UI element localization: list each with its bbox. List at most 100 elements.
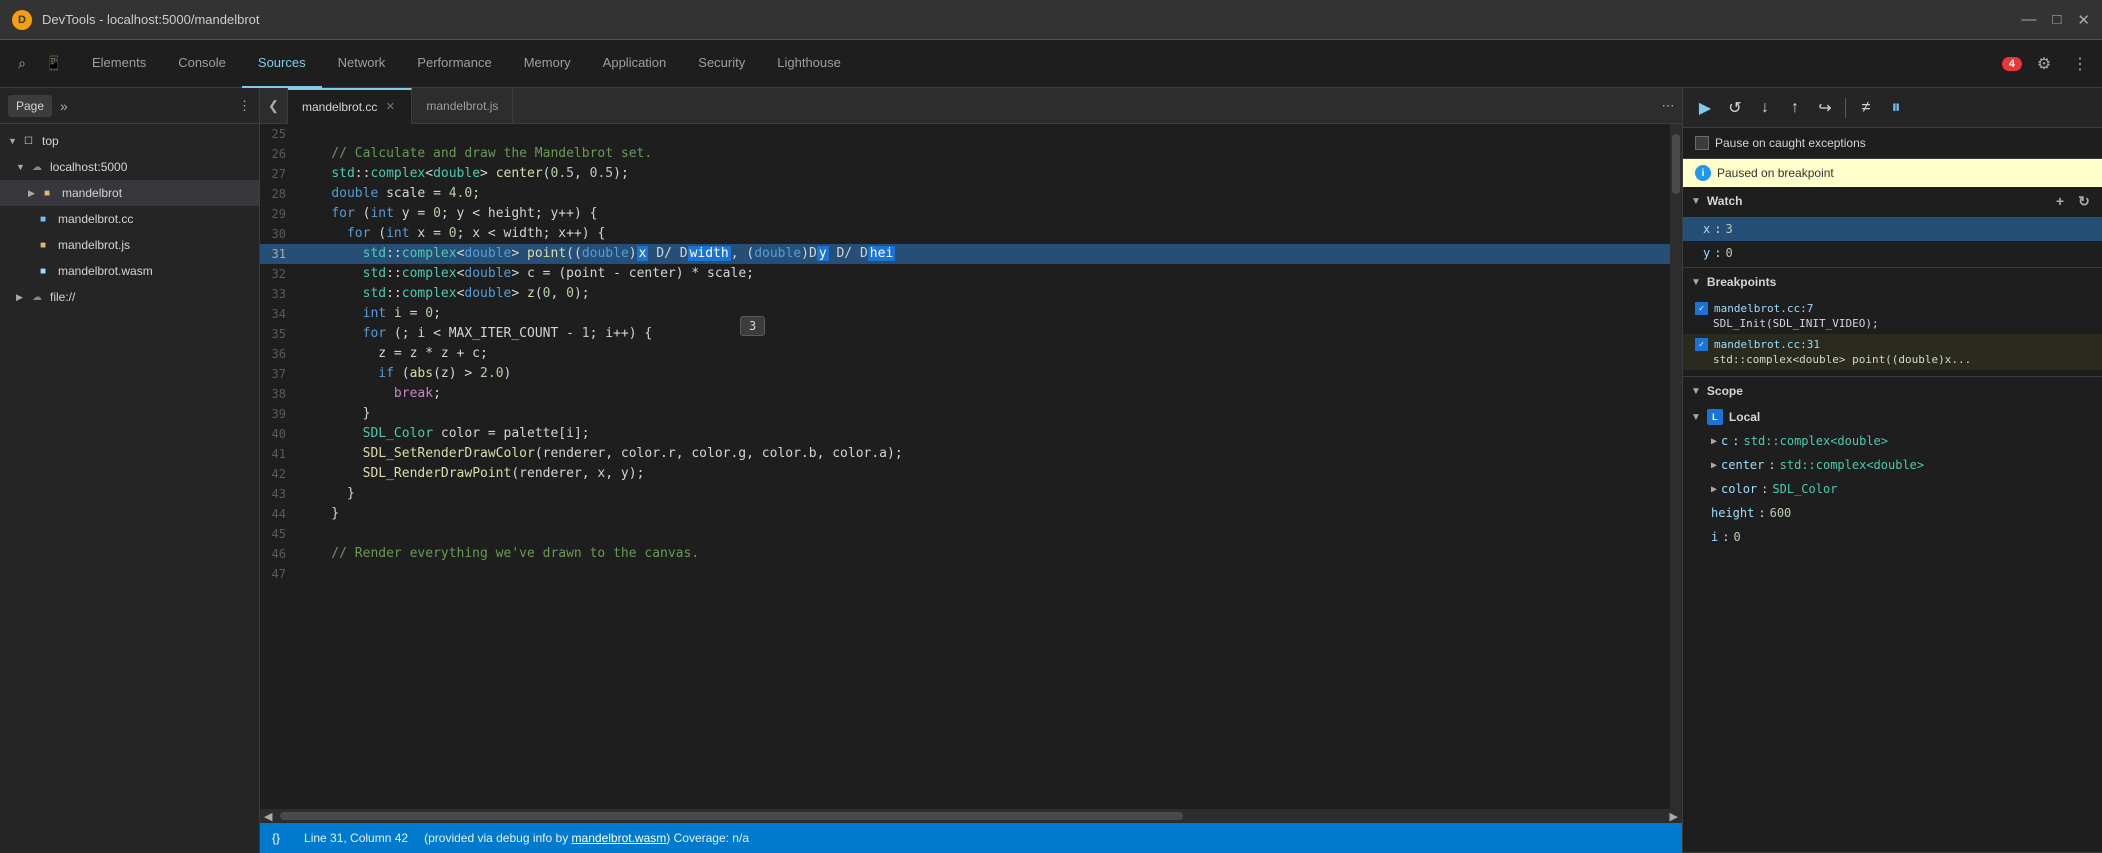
close-button[interactable]: ✕ (2077, 11, 2090, 29)
scope-var-type: std::complex<double> (1780, 458, 1925, 472)
table-row: 27 std::complex<double> center(0.5, 0.5)… (260, 164, 1670, 184)
chevron-right-icon: ▶ (1711, 484, 1717, 495)
pause-indicator-icon[interactable]: ⏸ (1882, 94, 1910, 122)
inspect-icon[interactable]: ⌕ (8, 50, 36, 78)
window-title: DevTools - localhost:5000/mandelbrot (42, 12, 260, 27)
scrollbar-thumb (1672, 134, 1680, 194)
scope-section-label: Scope (1707, 384, 1743, 398)
step-into-button[interactable]: ↓ (1751, 94, 1779, 122)
tree-item-localhost[interactable]: ▼ ☁ localhost:5000 (0, 154, 259, 180)
table-row: 42 SDL_RenderDrawPoint(renderer, x, y); (260, 464, 1670, 484)
step-over-button[interactable]: ↺ (1721, 94, 1749, 122)
maximize-button[interactable]: □ (2052, 11, 2061, 29)
chevron-down-icon: ▼ (1691, 412, 1701, 423)
bp-filename-2: mandelbrot.cc:31 (1714, 338, 1820, 351)
refresh-watch-icon[interactable]: ↻ (2074, 193, 2094, 210)
editor-tab-right: ⋯ (1654, 88, 1682, 124)
step-button[interactable]: ↪ (1811, 94, 1839, 122)
tree-label-mandelbrot-wasm: mandelbrot.wasm (58, 264, 153, 278)
tab-console[interactable]: Console (162, 40, 242, 88)
tab-security[interactable]: Security (682, 40, 761, 88)
resume-button[interactable]: ▶ (1691, 94, 1719, 122)
scope-item-i[interactable]: i : 0 (1683, 525, 2102, 549)
scope-local-group[interactable]: ▼ L Local (1683, 405, 2102, 429)
sidebar-more-icon[interactable]: » (60, 98, 68, 114)
bp-checkbox-1[interactable]: ✓ (1695, 302, 1708, 315)
scope-local-label: Local (1729, 410, 1760, 424)
paused-label: Paused on breakpoint (1717, 166, 1834, 180)
tab-sources[interactable]: Sources (242, 40, 322, 88)
minimize-button[interactable]: — (2021, 11, 2036, 29)
tree-item-top[interactable]: ▼ ☐ top (0, 128, 259, 154)
scope-item-center[interactable]: ▶ center : std::complex<double> (1683, 453, 2102, 477)
table-row: 38 break; (260, 384, 1670, 404)
breakpoints-section-header[interactable]: ▼ Breakpoints (1683, 268, 2102, 296)
tab-performance[interactable]: Performance (401, 40, 507, 88)
info-icon: i (1695, 165, 1711, 181)
code-scroll-area[interactable]: 25 26 // Calculate and draw the Mandelbr… (260, 124, 1682, 809)
watch-item-x[interactable]: x : 3 (1683, 217, 2102, 241)
scope-item-height[interactable]: height : 600 (1683, 501, 2102, 525)
tree-label-localhost: localhost:5000 (50, 160, 127, 174)
table-row: 46 // Render everything we've drawn to t… (260, 544, 1670, 564)
tab-elements[interactable]: Elements (76, 40, 162, 88)
bp-code-1: SDL_Init(SDL_INIT_VIDEO); (1695, 317, 2090, 330)
wasm-file-icon: ■ (40, 266, 54, 277)
watch-section: ▼ Watch + ↻ x : 3 y : 0 (1683, 187, 2102, 268)
format-icon[interactable]: {} (272, 831, 280, 845)
tab-application[interactable]: Application (587, 40, 683, 88)
tree-item-mandelbrot-js[interactable]: ■ mandelbrot.js (0, 232, 259, 258)
scope-item-color[interactable]: ▶ color : SDL_Color (1683, 477, 2102, 501)
sidebar-menu-icon[interactable]: ⋮ (238, 98, 251, 114)
sidebar-tree: ▼ ☐ top ▼ ☁ localhost:5000 ▶ ■ mandelbro… (0, 124, 259, 853)
more-options-icon[interactable]: ⋮ (2066, 50, 2094, 78)
format-icon[interactable]: ⋯ (1654, 88, 1682, 124)
vertical-scrollbar[interactable] (1670, 124, 1682, 809)
tree-item-mandelbrot[interactable]: ▶ ■ mandelbrot (0, 180, 259, 206)
horizontal-scrollbar[interactable]: ◀ ▶ (260, 809, 1682, 823)
line-col-info: Line 31, Column 42 (304, 831, 408, 845)
table-row: 34 int i = 0; (260, 304, 1670, 324)
bp-checkbox-2[interactable]: ✓ (1695, 338, 1708, 351)
deactivate-breakpoints-icon[interactable]: ≠ (1852, 94, 1880, 122)
tab-network[interactable]: Network (322, 40, 402, 88)
scope-var-value: 600 (1770, 506, 1792, 520)
table-row: 31 std::complex<double> point((double)x … (260, 244, 1670, 264)
tree-item-file[interactable]: ▶ ☁ file:// (0, 284, 259, 310)
settings-icon[interactable]: ⚙ (2030, 50, 2058, 78)
watch-item-y[interactable]: y : 0 (1683, 241, 2102, 265)
table-row: 47 (260, 564, 1670, 584)
tree-item-mandelbrot-cc[interactable]: ■ mandelbrot.cc (0, 206, 259, 232)
editor-tab-mandelbrot-js[interactable]: mandelbrot.js (412, 88, 513, 124)
scope-section-header[interactable]: ▼ Scope (1683, 377, 2102, 405)
table-row: 43 } (260, 484, 1670, 504)
pause-exceptions-checkbox[interactable]: Pause on caught exceptions (1695, 136, 1866, 150)
wasm-link[interactable]: mandelbrot.wasm (572, 831, 667, 845)
sidebar-tab-page[interactable]: Page (8, 95, 52, 117)
step-out-button[interactable]: ↑ (1781, 94, 1809, 122)
tab-lighthouse[interactable]: Lighthouse (761, 40, 857, 88)
close-tab-cc-icon[interactable]: ✕ (383, 100, 397, 113)
table-row: 26 // Calculate and draw the Mandelbrot … (260, 144, 1670, 164)
tab-nav-back-icon[interactable]: ❮ (260, 88, 288, 124)
table-row: 33 std::complex<double> z(0, 0); (260, 284, 1670, 304)
titlebar: D DevTools - localhost:5000/mandelbrot —… (0, 0, 2102, 40)
add-watch-icon[interactable]: + (2050, 193, 2070, 210)
tab-memory[interactable]: Memory (508, 40, 587, 88)
frame-icon: ☐ (24, 136, 38, 147)
table-row: 39 } (260, 404, 1670, 424)
chevron-down-icon: ▼ (16, 162, 28, 172)
scope-section: ▼ Scope ▼ L Local ▶ c : std::complex<dou… (1683, 377, 2102, 853)
scope-item-c[interactable]: ▶ c : std::complex<double> (1683, 429, 2102, 453)
watch-section-header[interactable]: ▼ Watch + ↻ (1683, 187, 2102, 215)
device-icon[interactable]: 📱 (40, 50, 68, 78)
table-row: 35 for (; i < MAX_ITER_COUNT - 1; i++) { (260, 324, 1670, 344)
chevron-down-icon: ▼ (8, 136, 20, 146)
editor-tab-mandelbrot-cc[interactable]: mandelbrot.cc ✕ (288, 88, 412, 124)
scope-var-name: height (1711, 506, 1754, 520)
editor-statusbar: {} Line 31, Column 42 (provided via debu… (260, 823, 1682, 853)
tree-item-mandelbrot-wasm[interactable]: ■ mandelbrot.wasm (0, 258, 259, 284)
chevron-right-icon: ▶ (1711, 460, 1717, 471)
watch-actions: + ↻ (2050, 193, 2094, 210)
tree-label-mandelbrot: mandelbrot (62, 186, 122, 200)
